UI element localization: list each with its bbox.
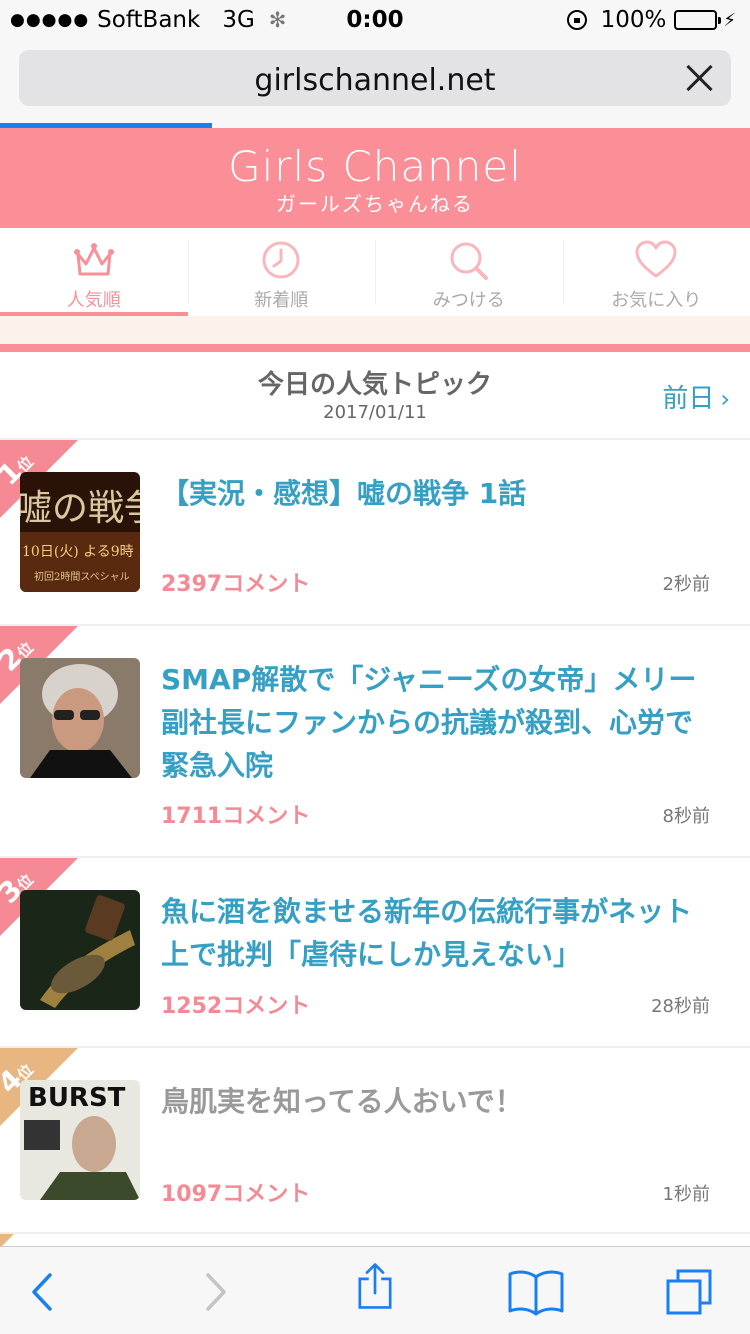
section-title: 今日の人気トピック <box>257 370 492 400</box>
accent-divider <box>0 344 750 352</box>
stop-loading-icon[interactable] <box>683 61 717 95</box>
thumb-caption-text: 初回2時間スペシャル <box>34 570 130 583</box>
screen: ●●●●● SoftBank 3G ✻ 0:00 100% ⚡ girlscha… <box>0 0 750 1334</box>
topic-thumbnail[interactable]: BURST <box>20 1080 140 1200</box>
search-icon <box>450 242 488 280</box>
topic-item[interactable]: 1位 嘘の戦争 10日(火) よる9時 スタート 初回2時間スペシャル 【実況・… <box>0 440 750 626</box>
nav-tabs: 人気順 新着順 みつける お気に入り <box>0 228 750 316</box>
forward-icon[interactable] <box>188 1267 238 1317</box>
back-icon[interactable] <box>20 1267 70 1317</box>
topic-item[interactable]: 2位 SMAP解散で「ジャニーズの女帝」メリー副社長にファンからの抗議が殺到、心… <box>0 626 750 858</box>
previous-day-label: 前日 <box>662 384 715 414</box>
topic-title[interactable]: 【実況・感想】嘘の戦争 1話 <box>161 472 710 515</box>
address-bar-area: girlschannel.net <box>0 40 750 128</box>
charging-icon: ⚡ <box>723 9 736 31</box>
site-logo[interactable]: Girls Channel <box>0 142 750 191</box>
thumb-title-text: BURST <box>28 1083 126 1113</box>
address-bar[interactable]: girlschannel.net <box>19 50 731 106</box>
comment-count: 1097コメント <box>161 1182 311 1207</box>
thumb-title-text: 嘘の戦争 <box>20 488 140 529</box>
posted-time: 28秒前 <box>651 996 710 1017</box>
site-logo-subtitle: ガールズちゃんねる <box>276 192 474 216</box>
bookmarks-icon[interactable] <box>506 1267 566 1317</box>
clock-icon <box>262 241 300 279</box>
tabs-icon[interactable] <box>664 1267 714 1317</box>
tab-label: 新着順 <box>254 290 309 311</box>
topic-title[interactable]: SMAP解散で「ジャニーズの女帝」メリー副社長にファンからの抗議が殺到、心労で緊… <box>161 658 710 787</box>
posted-time: 1秒前 <box>662 1184 710 1205</box>
tab-discover[interactable]: みつける <box>375 228 563 316</box>
comment-count: 1711コメント <box>161 804 311 829</box>
chevron-right-icon: › <box>720 385 730 413</box>
comment-count: 2397コメント <box>161 572 311 597</box>
tab-favorites[interactable]: お気に入り <box>562 228 750 316</box>
topic-item[interactable]: 3位 魚に酒を飲ませる新年の伝統行事がネット上で批判「虐待にしか見えない」 12… <box>0 858 750 1048</box>
posted-time: 8秒前 <box>662 806 710 827</box>
url-text[interactable]: girlschannel.net <box>19 63 731 98</box>
spacer-band <box>0 316 750 344</box>
topic-title[interactable]: 鳥肌実を知ってる人おいで！ <box>161 1080 710 1123</box>
tab-popular[interactable]: 人気順 <box>0 228 188 316</box>
tab-label: お気に入り <box>611 290 702 311</box>
browser-toolbar <box>0 1246 750 1334</box>
site-header[interactable]: Girls Channel ガールズちゃんねる <box>0 128 750 228</box>
crown-icon <box>73 243 114 276</box>
thumb-caption-text: 10日(火) よる9時 スタート <box>22 544 140 560</box>
ranking-header: 今日の人気トピック 2017/01/11 前日 › <box>0 352 750 440</box>
tab-label: 人気順 <box>66 290 121 311</box>
share-icon[interactable] <box>350 1261 400 1311</box>
comment-count: 1252コメント <box>161 994 311 1019</box>
tab-newest[interactable]: 新着順 <box>187 228 376 316</box>
previous-day-link[interactable]: 前日 › <box>662 378 730 415</box>
tab-label: みつける <box>432 290 505 311</box>
section-date: 2017/01/11 <box>323 402 427 423</box>
topic-thumbnail[interactable]: 嘘の戦争 10日(火) よる9時 スタート 初回2時間スペシャル <box>20 472 140 592</box>
posted-time: 2秒前 <box>662 574 710 595</box>
status-bar: ●●●●● SoftBank 3G ✻ 0:00 100% ⚡ <box>0 0 750 40</box>
topic-item[interactable]: 4位 BURST 鳥肌実を知ってる人おいで！ 1097コメント 1秒前 <box>0 1048 750 1234</box>
rotation-lock-icon <box>566 10 587 30</box>
topic-thumbnail[interactable] <box>20 658 140 778</box>
heart-icon <box>635 240 677 278</box>
topic-title[interactable]: 魚に酒を飲ませる新年の伝統行事がネット上で批判「虐待にしか見えない」 <box>161 890 710 976</box>
battery-icon <box>674 10 722 30</box>
battery-percent: 100% <box>600 7 667 33</box>
topic-thumbnail[interactable] <box>20 890 140 1010</box>
